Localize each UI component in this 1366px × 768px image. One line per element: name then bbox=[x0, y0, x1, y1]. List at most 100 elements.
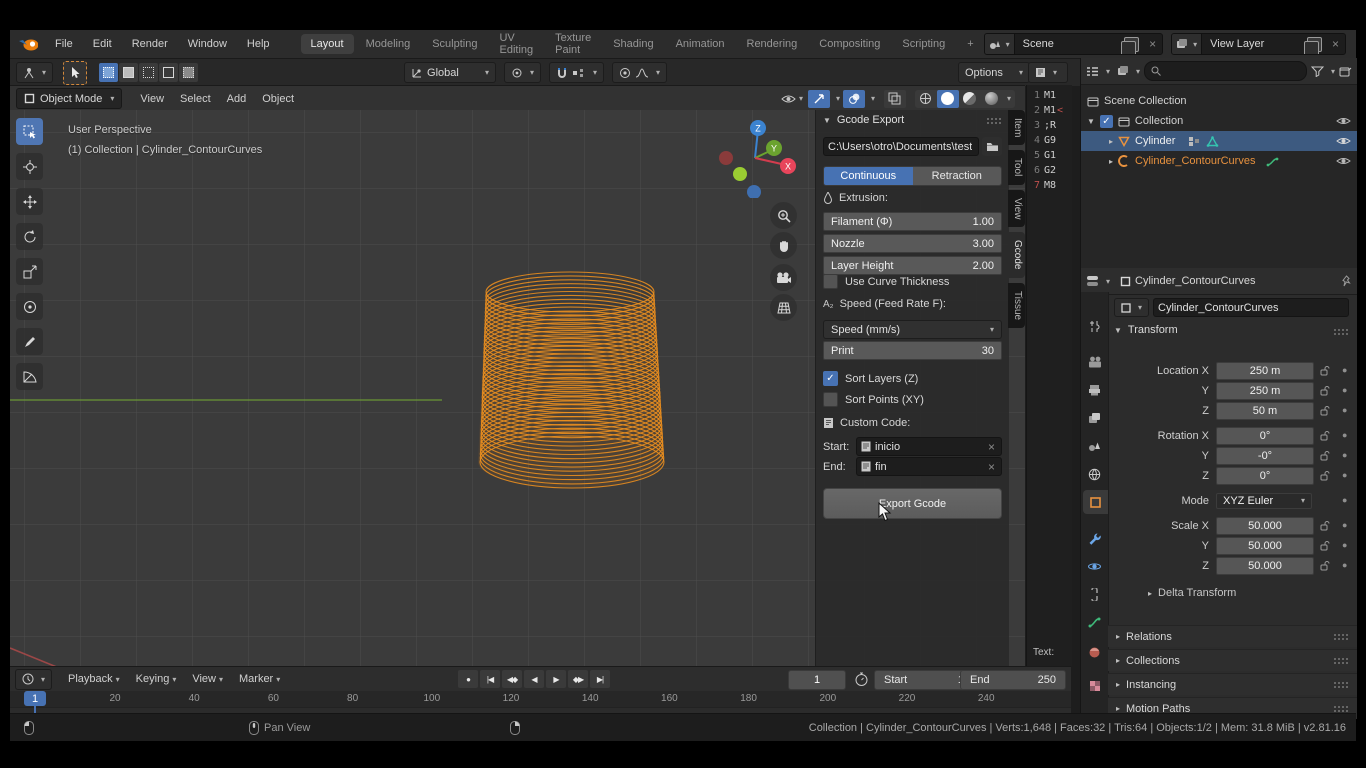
hide-cylinder-eye-icon[interactable] bbox=[1336, 136, 1351, 146]
select-mode-invert[interactable] bbox=[159, 63, 178, 82]
retraction-button[interactable]: Retraction bbox=[913, 167, 1002, 185]
tool-cursor[interactable] bbox=[16, 153, 43, 180]
transport-button[interactable]: ◀ bbox=[524, 670, 544, 688]
tool-measure[interactable] bbox=[16, 363, 43, 390]
topbar-menu[interactable]: Edit bbox=[84, 35, 121, 53]
snap-group[interactable]: ▾ bbox=[549, 62, 604, 83]
select-mode-new[interactable] bbox=[99, 63, 118, 82]
rotation-x-row[interactable]: Rotation X0°● bbox=[1108, 427, 1357, 444]
new-collection-icon[interactable] bbox=[1339, 65, 1352, 77]
text-line[interactable]: 2M1< bbox=[1027, 103, 1072, 118]
pivot-dropdown[interactable]: ▾ bbox=[504, 62, 541, 83]
continuous-button[interactable]: Continuous bbox=[824, 167, 913, 185]
options-dropdown[interactable]: Options▾ bbox=[958, 62, 1030, 83]
tab-object-data[interactable] bbox=[1081, 610, 1108, 634]
tab-texture[interactable] bbox=[1081, 674, 1108, 698]
sidebar-tab[interactable]: Tissue bbox=[1008, 283, 1025, 328]
browse-folder-button[interactable] bbox=[982, 137, 1002, 156]
topbar-menu[interactable]: Render bbox=[123, 35, 177, 53]
topbar-menu[interactable]: File bbox=[46, 35, 82, 53]
close-scene-icon[interactable]: × bbox=[1143, 37, 1162, 51]
lock-icon[interactable] bbox=[1320, 430, 1331, 441]
viewport-menu[interactable]: Select bbox=[172, 90, 219, 108]
shading-dropdown[interactable]: ▾ bbox=[1007, 94, 1011, 103]
properties-editor-icon[interactable] bbox=[1086, 275, 1099, 287]
display-mode-icon[interactable] bbox=[1117, 65, 1129, 77]
pan-button[interactable] bbox=[770, 232, 797, 259]
sidebar-tab[interactable]: Gcode bbox=[1008, 232, 1025, 277]
sidebar-tab[interactable]: Tool bbox=[1008, 150, 1025, 184]
rotation-y-row[interactable]: Y-0°● bbox=[1108, 447, 1357, 464]
tab-render[interactable] bbox=[1081, 350, 1108, 374]
scene-name[interactable]: Scene bbox=[1015, 38, 1124, 50]
transport-button[interactable]: ◆▶ bbox=[568, 670, 588, 688]
row-cylinder[interactable]: ▸ Cylinder bbox=[1081, 131, 1357, 151]
transport-button[interactable]: |◀ bbox=[480, 670, 500, 688]
scale-x-row[interactable]: Scale X50.000● bbox=[1108, 517, 1357, 534]
speed-dropdown[interactable]: Speed (mm/s)▾ bbox=[823, 320, 1002, 339]
workspace-tab[interactable]: Modeling bbox=[356, 34, 421, 54]
overlays-toggle[interactable] bbox=[843, 90, 865, 108]
expand-icon[interactable]: ▸ bbox=[1109, 137, 1113, 146]
lock-icon[interactable] bbox=[1320, 560, 1331, 571]
end-frame-field[interactable]: End250 bbox=[960, 670, 1066, 690]
overlays-dropdown[interactable]: ▾ bbox=[871, 94, 875, 103]
row-scene-collection[interactable]: Scene Collection bbox=[1081, 91, 1357, 111]
outliner-editor-icon[interactable] bbox=[1086, 66, 1099, 77]
tab-modifiers[interactable] bbox=[1081, 526, 1108, 550]
gizmo-dropdown[interactable]: ▾ bbox=[836, 94, 840, 103]
filament-slider[interactable]: Filament (Φ)1.00 bbox=[823, 212, 1002, 231]
hide-collection-eye-icon[interactable] bbox=[1336, 116, 1351, 126]
timeline-ruler[interactable]: 20406080100120140160180200220240 bbox=[10, 691, 1071, 708]
transport-button[interactable]: ▶ bbox=[546, 670, 566, 688]
shading-wireframe-button[interactable] bbox=[915, 90, 937, 108]
topbar-menu[interactable]: Window bbox=[179, 35, 236, 53]
start-code-field[interactable]: inicio × bbox=[856, 437, 1002, 456]
timeline-menu[interactable]: Keying▾ bbox=[128, 670, 185, 688]
select-mode-subtract[interactable] bbox=[139, 63, 158, 82]
start-frame-field[interactable]: Start1 bbox=[874, 670, 974, 690]
text-line[interactable]: 4G9 bbox=[1027, 133, 1072, 148]
copy-scene-icon[interactable] bbox=[1124, 37, 1139, 52]
nozzle-slider[interactable]: Nozzle3.00 bbox=[823, 234, 1002, 253]
lock-icon[interactable] bbox=[1320, 365, 1331, 376]
row-collection[interactable]: ▼ ✓ Collection bbox=[1081, 111, 1357, 131]
gcode-panel-header[interactable]: ▼ Gcode Export bbox=[823, 114, 1002, 126]
auto-keyframe-icon[interactable] bbox=[855, 672, 868, 687]
workspace-tab[interactable]: + bbox=[957, 34, 983, 54]
tool-select-box[interactable] bbox=[16, 118, 43, 145]
viewport-menu[interactable]: View bbox=[132, 90, 172, 108]
workspace-tab[interactable]: Rendering bbox=[737, 34, 808, 54]
panel-grip[interactable] bbox=[986, 117, 1002, 124]
tool-move[interactable] bbox=[16, 188, 43, 215]
layer-height-slider[interactable]: Layer Height2.00 bbox=[823, 256, 1002, 275]
playhead[interactable]: 1 bbox=[24, 691, 46, 706]
shading-rendered-button[interactable] bbox=[981, 90, 1003, 108]
proportional-edit-group[interactable]: ▾ bbox=[612, 62, 667, 83]
text-line[interactable]: 6G2 bbox=[1027, 163, 1072, 178]
filter-icon[interactable] bbox=[1311, 66, 1324, 77]
select-mode-extend[interactable] bbox=[119, 63, 138, 82]
text-line[interactable]: 7M8 bbox=[1027, 178, 1072, 193]
viewport-menu[interactable]: Object bbox=[254, 90, 302, 108]
viewport-3d[interactable]: User Perspective (1) Collection | Cylind… bbox=[10, 110, 1025, 666]
xray-toggle[interactable] bbox=[884, 90, 906, 108]
scene-selector[interactable]: ▾ Scene × bbox=[984, 33, 1163, 55]
workspace-tab[interactable]: UV Editing bbox=[489, 28, 543, 60]
outliner-search[interactable] bbox=[1144, 61, 1307, 81]
transport-button[interactable]: ● bbox=[458, 670, 478, 688]
scale-z-row[interactable]: Z50.000● bbox=[1108, 557, 1357, 574]
clear-start-icon[interactable]: × bbox=[986, 440, 997, 454]
view-layer-selector[interactable]: ▾ View Layer × bbox=[1171, 33, 1346, 55]
lock-icon[interactable] bbox=[1320, 470, 1331, 481]
delta-transform-header[interactable]: ▸Delta Transform bbox=[1148, 587, 1236, 599]
workspace-tab[interactable]: Texture Paint bbox=[545, 28, 601, 60]
sidebar-tab[interactable]: View bbox=[1008, 190, 1025, 228]
object-name-field[interactable]: Cylinder_ContourCurves bbox=[1153, 298, 1349, 317]
rotation-mode-dropdown[interactable]: XYZ Euler▾ bbox=[1216, 493, 1312, 509]
camera-view-button[interactable] bbox=[770, 264, 797, 291]
text-editor[interactable]: 1M12M1<3;R4G95G16G27M8 Text: bbox=[1026, 85, 1072, 666]
location-z-row[interactable]: Z50 m● bbox=[1108, 402, 1357, 419]
workspace-tab[interactable]: Sculpting bbox=[422, 34, 487, 54]
view-layer-name[interactable]: View Layer bbox=[1202, 38, 1307, 50]
